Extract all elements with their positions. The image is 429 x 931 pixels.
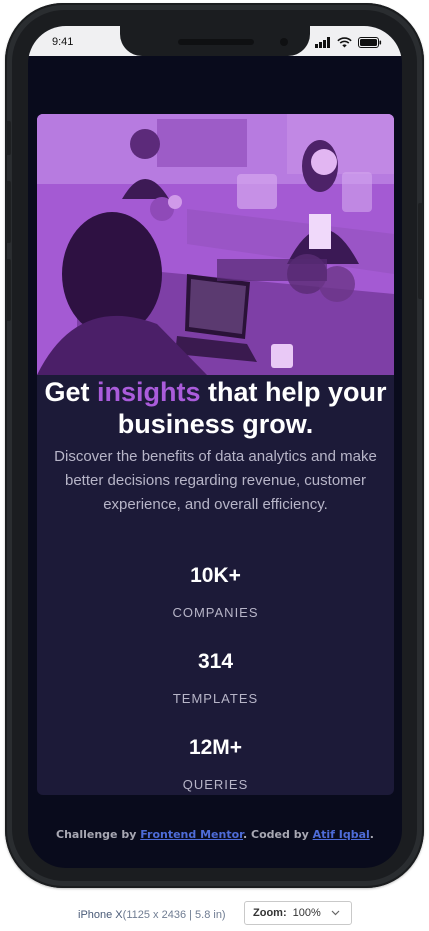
volume-down-button: [6, 259, 11, 321]
stat-value: 12M+: [188, 736, 243, 759]
stat-label: COMPANIES: [172, 605, 259, 620]
hero-photo-illustration: [37, 114, 394, 375]
author-link[interactable]: Atif Iqbal: [313, 828, 370, 841]
headline: Get insights that help your business gro…: [37, 376, 394, 440]
notch: [120, 26, 310, 56]
stat-label: TEMPLATES: [172, 691, 259, 706]
speaker-grille: [178, 39, 254, 45]
stat-companies: 10K+ COMPANIES: [37, 564, 394, 620]
mute-switch: [6, 121, 11, 155]
frontend-mentor-link[interactable]: Frontend Mentor: [140, 828, 243, 841]
status-icons: [315, 36, 382, 48]
headline-prefix: Get: [44, 377, 97, 407]
stat-value: 10K+: [190, 564, 241, 587]
hero-image: [37, 114, 394, 375]
attribution-suffix: .: [369, 828, 374, 841]
stat-value: 314: [197, 650, 234, 673]
signal-icon: [315, 36, 330, 48]
stat-label: QUERIES: [182, 777, 249, 792]
power-button: [418, 203, 423, 299]
device-toolbar: iPhone X(1125 x 2436 | 5.8 in) Zoom: 100…: [0, 898, 429, 931]
device-name: iPhone X: [78, 909, 123, 921]
wifi-icon: [337, 36, 352, 47]
device-info: iPhone X(1125 x 2436 | 5.8 in): [78, 909, 226, 921]
battery-icon: [358, 36, 382, 48]
zoom-label: Zoom:: [253, 907, 287, 919]
zoom-select[interactable]: Zoom: 100%: [244, 901, 352, 925]
attribution-prefix: Challenge by: [56, 828, 141, 841]
stats-preview-card: Get insights that help your business gro…: [37, 114, 394, 795]
headline-accent: insights: [96, 377, 201, 407]
stat-templates: 314 TEMPLATES: [37, 650, 394, 706]
attribution: Challenge by Frontend Mentor. Coded by A…: [28, 828, 402, 841]
device-specs: (1125 x 2436 | 5.8 in): [122, 909, 226, 921]
chevron-down-icon: [331, 910, 340, 916]
status-bar: 9:41: [28, 26, 402, 56]
description: Discover the benefits of data analytics …: [54, 448, 377, 513]
status-time: 9:41: [52, 36, 74, 48]
attribution-middle: . Coded by: [243, 828, 313, 841]
phone-screen: 9:41 Get insights that help your busines…: [28, 26, 402, 868]
front-camera: [280, 38, 288, 46]
zoom-value: 100%: [292, 907, 321, 919]
stat-queries: 12M+ QUERIES: [37, 736, 394, 792]
volume-up-button: [6, 181, 11, 243]
